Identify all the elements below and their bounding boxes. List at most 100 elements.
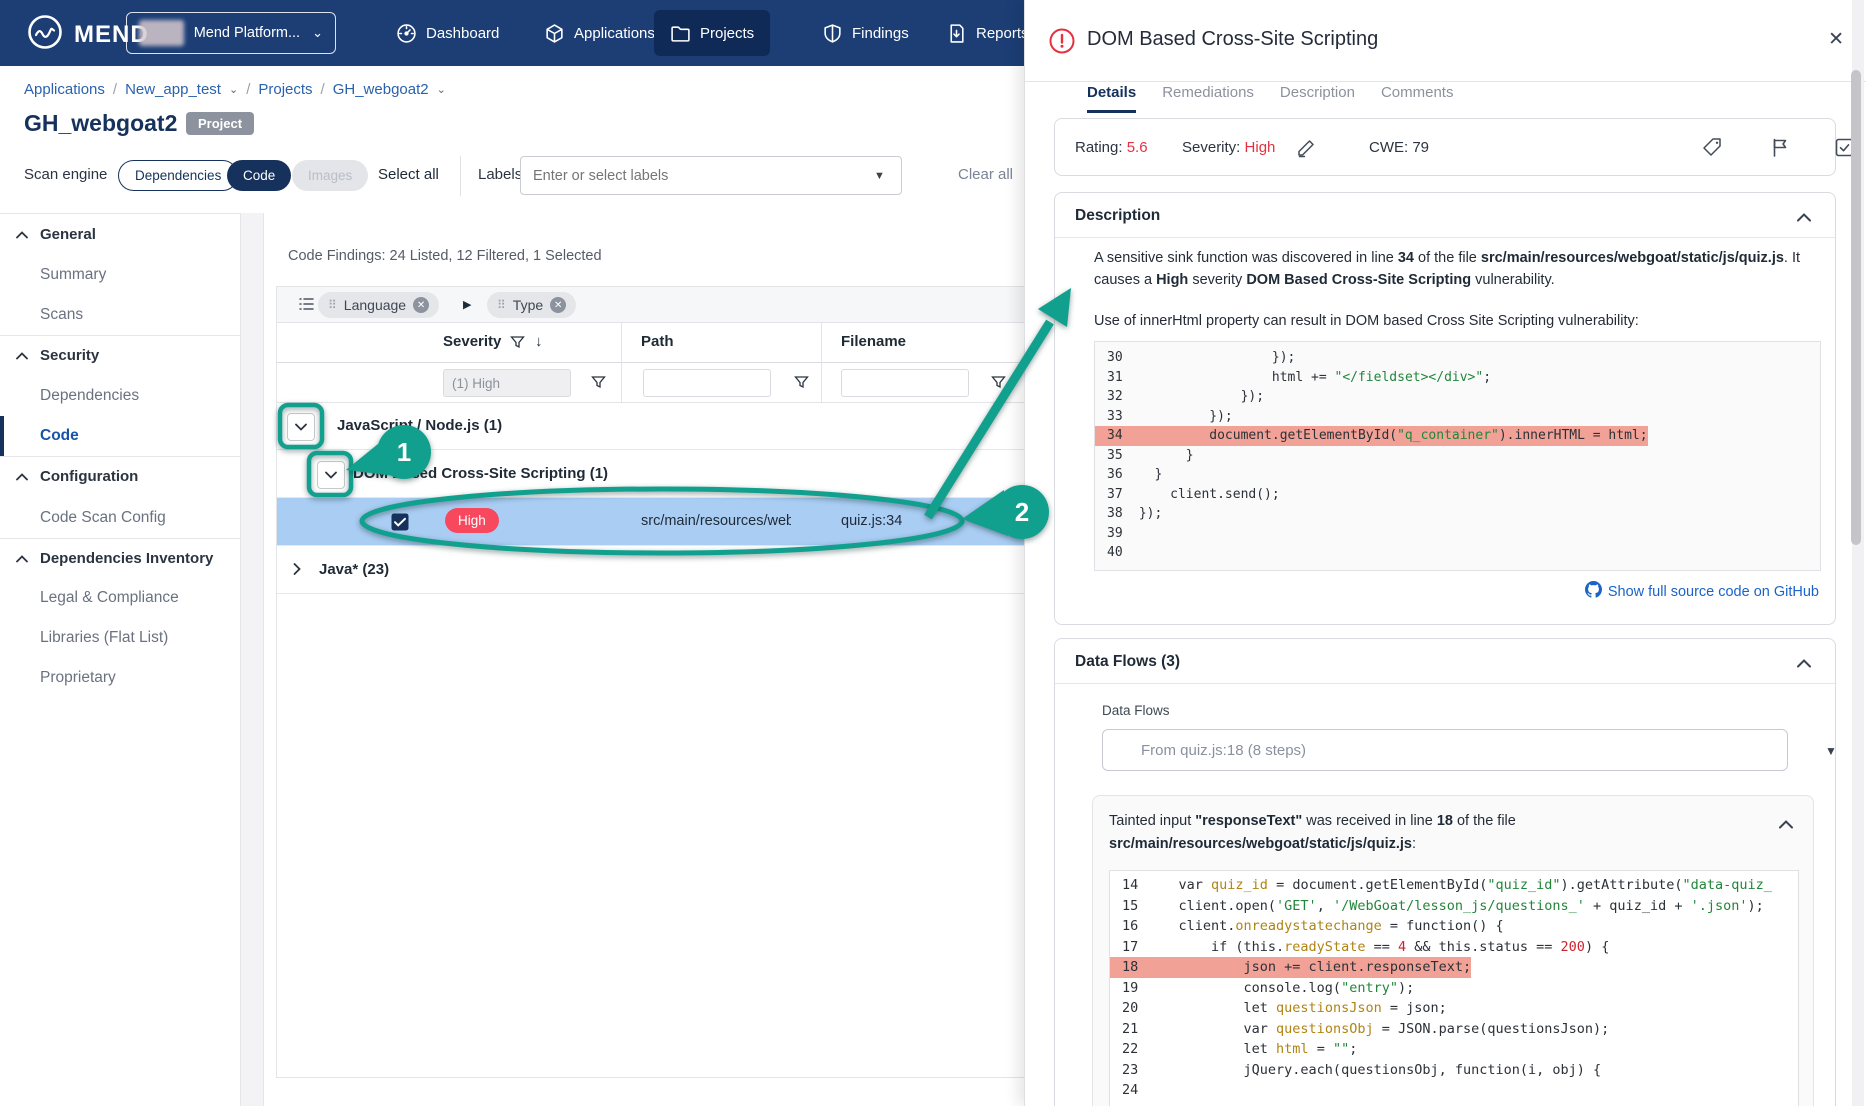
group-chip-language[interactable]: ⠿ Language ✕ (318, 292, 440, 318)
findings-table: ⠿ Language ✕ ▶ ⠿ Type ✕ Severity ↓ Path … (276, 286, 1036, 1078)
scan-engine-row: Scan engine Dependencies Code Images Sel… (0, 156, 1024, 196)
collapse-chevron-icon[interactable] (1797, 655, 1811, 673)
shield-icon (822, 23, 843, 44)
engine-pill-dependencies[interactable]: Dependencies (118, 160, 239, 191)
description-heading: Description (1075, 207, 1161, 224)
tab-comments[interactable]: Comments (1381, 84, 1454, 113)
tag-icon[interactable] (1701, 136, 1724, 164)
ungroup-list-icon[interactable] (297, 295, 315, 318)
sidebar-item-label: Proprietary (40, 669, 116, 686)
cube-icon (544, 23, 565, 44)
sidebar-item-libraries-flat-list[interactable]: Libraries (Flat List) (0, 618, 240, 658)
sidebar-section-title: Security (40, 346, 100, 364)
sidebar-section-title: Configuration (40, 467, 139, 485)
tainted-input-step-card: Tainted input "responseText" was receive… (1092, 795, 1814, 1106)
panel-scrollbar-thumb[interactable] (1851, 70, 1861, 545)
tab-remediations[interactable]: Remediations (1162, 84, 1254, 113)
github-source-link[interactable]: Show full source code on GitHub (1584, 581, 1819, 602)
sidebar-item-scans[interactable]: Scans (0, 295, 240, 335)
sidebar-item-proprietary[interactable]: Proprietary (0, 658, 240, 698)
breadcrumb-applications[interactable]: Applications (24, 81, 105, 98)
sidebar-section-general[interactable]: General (0, 214, 240, 254)
source-code-snippet[interactable]: 30 }); 31 html += "</fieldset></div>"; 32 … (1094, 341, 1821, 571)
remove-chip-icon[interactable]: ✕ (413, 297, 430, 313)
org-selector[interactable]: Mend Platform... ⌄ (126, 12, 336, 54)
filter-funnel-icon[interactable] (591, 375, 606, 395)
group-chip-type[interactable]: ⠿ Type ✕ (487, 292, 577, 318)
sidebar-item-legal-compliance[interactable]: Legal & Compliance (0, 578, 240, 618)
collapse-chevron-icon[interactable] (1797, 209, 1811, 227)
collapse-chevron-icon[interactable] (1779, 816, 1793, 834)
group-row-java[interactable]: Java* (23) (277, 546, 1035, 594)
sidebar-section-dependencies-inventory[interactable]: Dependencies Inventory (0, 538, 240, 578)
group-row-dom-xss[interactable]: DOM Based Cross-Site Scripting (1) (277, 450, 1035, 498)
scan-engine-label: Scan engine (24, 166, 108, 183)
filename-filter-input[interactable] (841, 369, 969, 397)
panel-title: DOM Based Cross-Site Scripting (1087, 28, 1379, 50)
data-flows-label: Data Flows (1102, 703, 1170, 718)
breadcrumb: Applications / New_app_test ⌄ / Projects… (24, 81, 446, 98)
sidebar-item-dependencies[interactable]: Dependencies (0, 376, 240, 416)
sidebar-item-label: Code (40, 427, 79, 444)
chevron-down-icon: ⌄ (312, 25, 323, 40)
column-header-severity[interactable]: Severity (443, 333, 501, 350)
sidebar-item-code-scan-config[interactable]: Code Scan Config (0, 498, 240, 538)
panel-tabs: Details Remediations Description Comment… (1087, 84, 1453, 113)
cwe: CWE: 79 (1369, 139, 1430, 156)
github-icon (1584, 581, 1602, 602)
sidebar-scrollbar[interactable] (240, 213, 264, 1106)
severity: Severity: High (1182, 139, 1276, 156)
remove-chip-icon[interactable]: ✕ (550, 297, 567, 313)
labels-input[interactable] (520, 156, 902, 195)
nav-item-findings[interactable]: Findings (806, 0, 925, 66)
sort-descending-icon[interactable]: ↓ (535, 333, 543, 350)
collapse-chevron-button[interactable] (287, 413, 315, 441)
filter-funnel-icon[interactable] (510, 335, 525, 355)
grip-dots-icon: ⠿ (328, 298, 337, 312)
path-filter-input[interactable] (643, 369, 771, 397)
group-row-javascript[interactable]: JavaScript / Node.js (1) (277, 403, 1035, 450)
grip-dots-icon: ⠿ (497, 298, 506, 312)
sidebar-item-label: Legal & Compliance (40, 589, 179, 606)
breadcrumb-app[interactable]: New_app_test (125, 81, 221, 98)
filter-funnel-icon[interactable] (991, 375, 1006, 395)
sidebar-section-configuration[interactable]: Configuration (0, 456, 240, 496)
sidebar-item-code[interactable]: Code (0, 416, 240, 456)
sidebar-item-label: Scans (40, 306, 84, 323)
sidebar-section-security[interactable]: Security (0, 335, 240, 375)
nav-item-applications[interactable]: Applications (528, 0, 671, 66)
breadcrumb-projects[interactable]: Projects (258, 81, 312, 98)
column-header-filename[interactable]: Filename (841, 333, 906, 350)
nav-item-projects[interactable]: Projects (654, 10, 771, 56)
edit-pencil-icon[interactable] (1295, 136, 1318, 164)
select-all-link[interactable]: Select all (378, 166, 439, 183)
severity-filter-input[interactable] (443, 369, 571, 397)
chevron-down-icon[interactable]: ⌄ (437, 83, 446, 96)
nav-item-dashboard[interactable]: Dashboard (380, 0, 515, 66)
finding-row-selected[interactable]: High src/main/resources/webgoa quiz.js:3… (277, 498, 1035, 546)
data-flow-select[interactable]: From quiz.js:18 (8 steps) (1102, 729, 1788, 771)
arrow-right-icon: ▶ (463, 299, 472, 311)
engine-pill-code[interactable]: Code (227, 160, 292, 191)
row-checkbox[interactable] (391, 513, 409, 536)
gauge-icon (396, 23, 417, 44)
tab-details[interactable]: Details (1087, 84, 1137, 113)
column-header-path[interactable]: Path (641, 333, 674, 350)
flag-icon[interactable] (1769, 136, 1792, 164)
chevron-down-icon[interactable]: ⌄ (229, 83, 238, 96)
tab-description[interactable]: Description (1280, 84, 1355, 113)
page-title: GH_webgoat2 (24, 110, 178, 136)
breadcrumb-project[interactable]: GH_webgoat2 (333, 81, 429, 98)
labels-label: Labels (478, 166, 523, 183)
chip-label: Type (512, 297, 544, 313)
panel-scrollbar-track[interactable] (1851, 0, 1864, 1106)
filter-funnel-icon[interactable] (794, 375, 809, 395)
expand-chevron-icon[interactable] (293, 562, 301, 580)
close-icon[interactable]: ✕ (1828, 28, 1844, 51)
data-flow-code-snippet[interactable]: 14 var quiz_id = document.getElementById… (1109, 870, 1799, 1106)
clear-all-link[interactable]: Clear all (958, 166, 1013, 183)
sidebar-item-summary[interactable]: Summary (0, 255, 240, 295)
data-flows-heading: Data Flows (3) (1075, 653, 1181, 670)
dropdown-caret-icon[interactable]: ▼ (1825, 744, 1837, 758)
collapse-chevron-button[interactable] (317, 461, 345, 489)
